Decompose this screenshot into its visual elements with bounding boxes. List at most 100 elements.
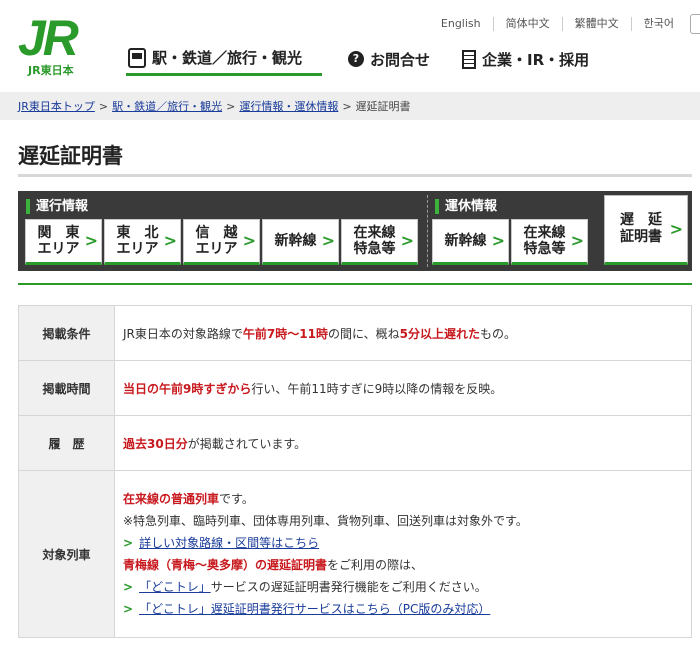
button-line1: 新幹線: [274, 233, 317, 249]
chevron-right-icon: >: [123, 536, 134, 550]
button-line1: 在来線: [523, 225, 566, 241]
target-line: 在来線の普通列車です。: [123, 488, 683, 510]
chevron-right-icon: >: [123, 580, 134, 594]
language-switcher: English 简体中文 繁體中文 한국어: [429, 14, 700, 34]
button-line2: 特急等: [523, 241, 566, 257]
row-header: 履 歴: [18, 415, 115, 471]
breadcrumb-separator: >: [342, 99, 352, 113]
button-line2: エリア: [195, 241, 238, 257]
target-line: 青梅線（青梅～奥多摩）の遅延証明書をご利用の際は、: [123, 554, 683, 576]
breadcrumb: JR東日本トップ > 駅・鉄道／旅行・観光 > 運行情報・運休情報 > 遅延証明…: [0, 92, 700, 120]
unkyu-limited-express-button[interactable]: 在来線 特急等 >: [511, 219, 588, 265]
value-text: が掲載されています。: [187, 436, 307, 451]
global-nav: 駅・鉄道／旅行・観光 ? お問合せ 企業・IR・採用: [126, 42, 700, 76]
value-emphasis: 午前7時～11時: [242, 326, 328, 341]
chevron-right-icon: >: [123, 602, 134, 616]
train-icon: [128, 47, 146, 68]
value-text: の間に、概ね: [327, 326, 400, 341]
button-line1: 遅 延: [620, 212, 662, 228]
target-link-row: > 詳しい対象路線・区間等はこちら: [123, 532, 683, 554]
row-value: 在来線の普通列車です。 ※特急列車、臨時列車、団体専用列車、貨物列車、回送列車は…: [114, 470, 692, 638]
breadcrumb-service-info[interactable]: 運行情報・運休情報: [239, 98, 338, 114]
button-line2: 証明書: [620, 229, 662, 245]
button-line1: 在来線: [353, 225, 396, 241]
button-line2: エリア: [37, 241, 80, 257]
chevron-right-icon: >: [491, 231, 505, 250]
value-text: JR東日本の対象路線で: [123, 326, 243, 341]
value-text: サービスの遅延証明書発行機能をご利用ください。: [210, 580, 487, 594]
table-row: 掲載条件 JR東日本の対象路線で午前7時～11時の間に、概ね5分以上遅れたもの。: [18, 305, 692, 361]
unko-tohoku-button[interactable]: 東 北エリア >: [104, 219, 181, 265]
unkyu-shinkansen-button[interactable]: 新幹線 >: [432, 219, 509, 265]
row-value: 当日の午前9時すぎから行い、午前11時すぎに9時以降の情報を反映。: [114, 360, 692, 416]
target-note: ※特急列車、臨時列車、団体専用列車、貨物列車、回送列車は対象外です。: [123, 514, 528, 528]
lang-english[interactable]: English: [429, 17, 493, 31]
dokotore-delay-service-link[interactable]: 「どこトレ」遅延証明書発行サービスはこちら（PC版のみ対応）: [139, 602, 490, 616]
value-emphasis: 青梅線（青梅～奥多摩）の遅延証明書: [123, 558, 328, 572]
unko-shinkansen-button[interactable]: 新幹線 >: [262, 219, 339, 265]
value-text: です。: [219, 492, 254, 506]
row-header: 対象列車: [18, 470, 115, 638]
unko-kanto-button[interactable]: 関 東エリア >: [25, 219, 102, 265]
button-line1: 関 東: [37, 225, 80, 241]
lang-korean[interactable]: 한국어: [630, 17, 686, 31]
nav-label: お問合せ: [370, 50, 431, 69]
logo-subtext: JR東日本: [28, 64, 74, 77]
value-text: もの。: [479, 326, 516, 341]
nav-station-railway-travel[interactable]: 駅・鉄道／旅行・観光: [126, 42, 322, 76]
nav-label: 企業・IR・採用: [482, 50, 590, 69]
button-line1: 新幹線: [444, 233, 487, 249]
chevron-right-icon: >: [242, 231, 256, 250]
row-header: 掲載条件: [18, 305, 115, 361]
unkyu-heading: 運休情報: [435, 199, 497, 214]
breadcrumb-current: 遅延証明書: [355, 100, 411, 113]
chevron-right-icon: >: [321, 231, 335, 250]
page-title: 遅延証明書: [18, 140, 692, 177]
search-box-edge[interactable]: [690, 14, 700, 34]
value-emphasis: 当日の午前9時すぎから: [123, 381, 252, 396]
button-line1: 信 越: [195, 225, 238, 241]
lang-simplified-chinese[interactable]: 简体中文: [492, 17, 562, 31]
breadcrumb-railway[interactable]: 駅・鉄道／旅行・観光: [112, 98, 222, 114]
row-value: JR東日本の対象路線で午前7時～11時の間に、概ね5分以上遅れたもの。: [114, 305, 692, 361]
jr-east-logo[interactable]: JR JR東日本: [18, 10, 94, 78]
row-value: 過去30日分が掲載されています。: [114, 415, 692, 471]
button-line2: 特急等: [353, 241, 396, 257]
delay-certificate-button[interactable]: 遅 延証明書 >: [604, 195, 688, 265]
table-row: 掲載時間 当日の午前9時すぎから行い、午前11時すぎに9時以降の情報を反映。: [18, 360, 692, 416]
chevron-right-icon: >: [84, 231, 98, 250]
target-link-row: > 「どこトレ」サービスの遅延証明書発行機能をご利用ください。: [123, 576, 683, 598]
breadcrumb-top[interactable]: JR東日本トップ: [18, 98, 95, 114]
nav-contact[interactable]: ? お問合せ: [342, 42, 436, 76]
value-emphasis: 在来線の普通列車: [123, 492, 220, 506]
table-row: 履 歴 過去30日分が掲載されています。: [18, 415, 692, 471]
value-emphasis: 5分以上遅れた: [399, 326, 480, 341]
target-link-row: > 「どこトレ」遅延証明書発行サービスはこちら（PC版のみ対応）: [123, 598, 683, 620]
dokotore-link[interactable]: 「どこトレ」: [139, 580, 211, 594]
logo-mark: JR: [18, 10, 79, 66]
chevron-right-icon: >: [163, 231, 177, 250]
value-text: をご利用の際は、: [327, 558, 424, 572]
chevron-right-icon: >: [570, 231, 584, 250]
unko-limited-express-button[interactable]: 在来線 特急等 >: [341, 219, 418, 265]
chevron-right-icon: >: [400, 231, 414, 250]
table-row: 対象列車 在来線の普通列車です。 ※特急列車、臨時列車、団体専用列車、貨物列車、…: [18, 470, 692, 638]
lang-traditional-chinese[interactable]: 繁體中文: [561, 17, 631, 31]
row-header: 掲載時間: [18, 360, 115, 416]
breadcrumb-separator: >: [98, 99, 109, 113]
breadcrumb-separator: >: [226, 99, 236, 113]
value-emphasis: 過去30日分: [123, 436, 188, 451]
value-text: 行い、午前11時すぎに9時以降の情報を反映。: [251, 381, 503, 396]
question-icon: ?: [348, 51, 364, 67]
green-divider: [18, 283, 692, 285]
nav-corporate[interactable]: 企業・IR・採用: [456, 42, 595, 76]
building-icon: [462, 49, 477, 69]
unko-heading: 運行情報: [26, 199, 88, 214]
nav-label: 駅・鉄道／旅行・観光: [152, 49, 303, 67]
service-info-panel: 運行情報 関 東エリア > 東 北エリア > 信 越エリア > 新幹線 > 在来…: [18, 191, 692, 271]
target-routes-link[interactable]: 詳しい対象路線・区間等はこちら: [139, 536, 319, 550]
unko-shinetsu-button[interactable]: 信 越エリア >: [183, 219, 260, 265]
button-line1: 東 北: [116, 225, 159, 241]
delay-certificate-info-table: 掲載条件 JR東日本の対象路線で午前7時～11時の間に、概ね5分以上遅れたもの。…: [18, 305, 692, 638]
chevron-right-icon: >: [669, 219, 683, 239]
